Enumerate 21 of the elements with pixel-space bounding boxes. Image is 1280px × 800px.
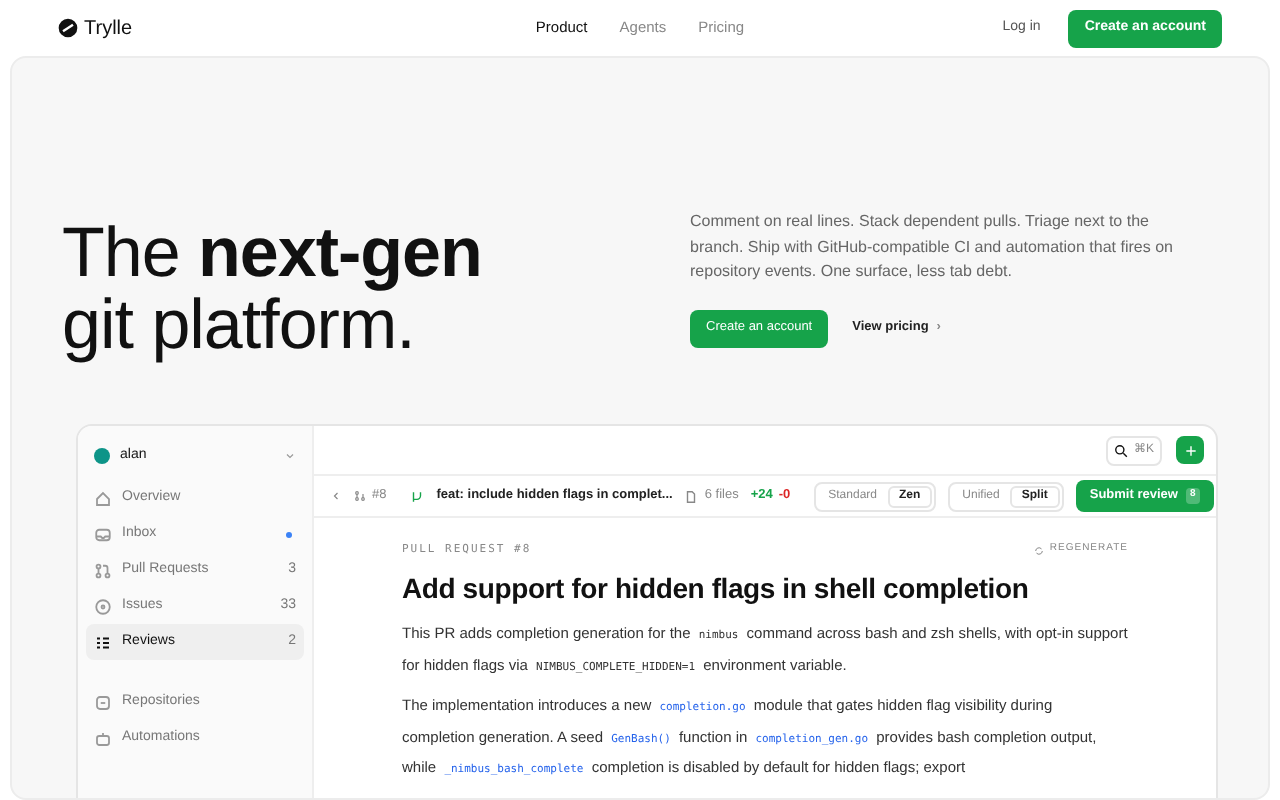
logo-icon <box>58 18 78 38</box>
hero-title: The next-gen git platform. <box>62 218 482 362</box>
issue-icon <box>94 597 112 615</box>
document-title: Add support for hidden flags in shell completion <box>402 570 1031 609</box>
inbox-icon <box>94 525 112 543</box>
robot-icon <box>94 729 112 747</box>
back-icon <box>330 490 342 502</box>
brand-name[interactable]: Trylle <box>84 13 133 43</box>
plus-icon <box>1183 443 1197 457</box>
refresh-icon <box>1033 545 1044 556</box>
review-icon <box>94 633 112 651</box>
avatar <box>94 448 110 464</box>
repository-icon <box>94 693 112 711</box>
home-icon <box>94 489 112 507</box>
chevron-down-icon <box>284 450 296 462</box>
pull-request-icon <box>94 561 112 579</box>
hero-description: Comment on real lines. Stack dependent pulls. Triage next to the branch. Ship with GitHub-compatible CI and automation that fires on repository events. One surface, less tab debt. <box>690 210 1175 284</box>
file-icon <box>684 489 699 503</box>
add-button[interactable] <box>1176 436 1204 464</box>
search-icon <box>1113 443 1128 457</box>
pull-request-icon <box>354 490 366 502</box>
